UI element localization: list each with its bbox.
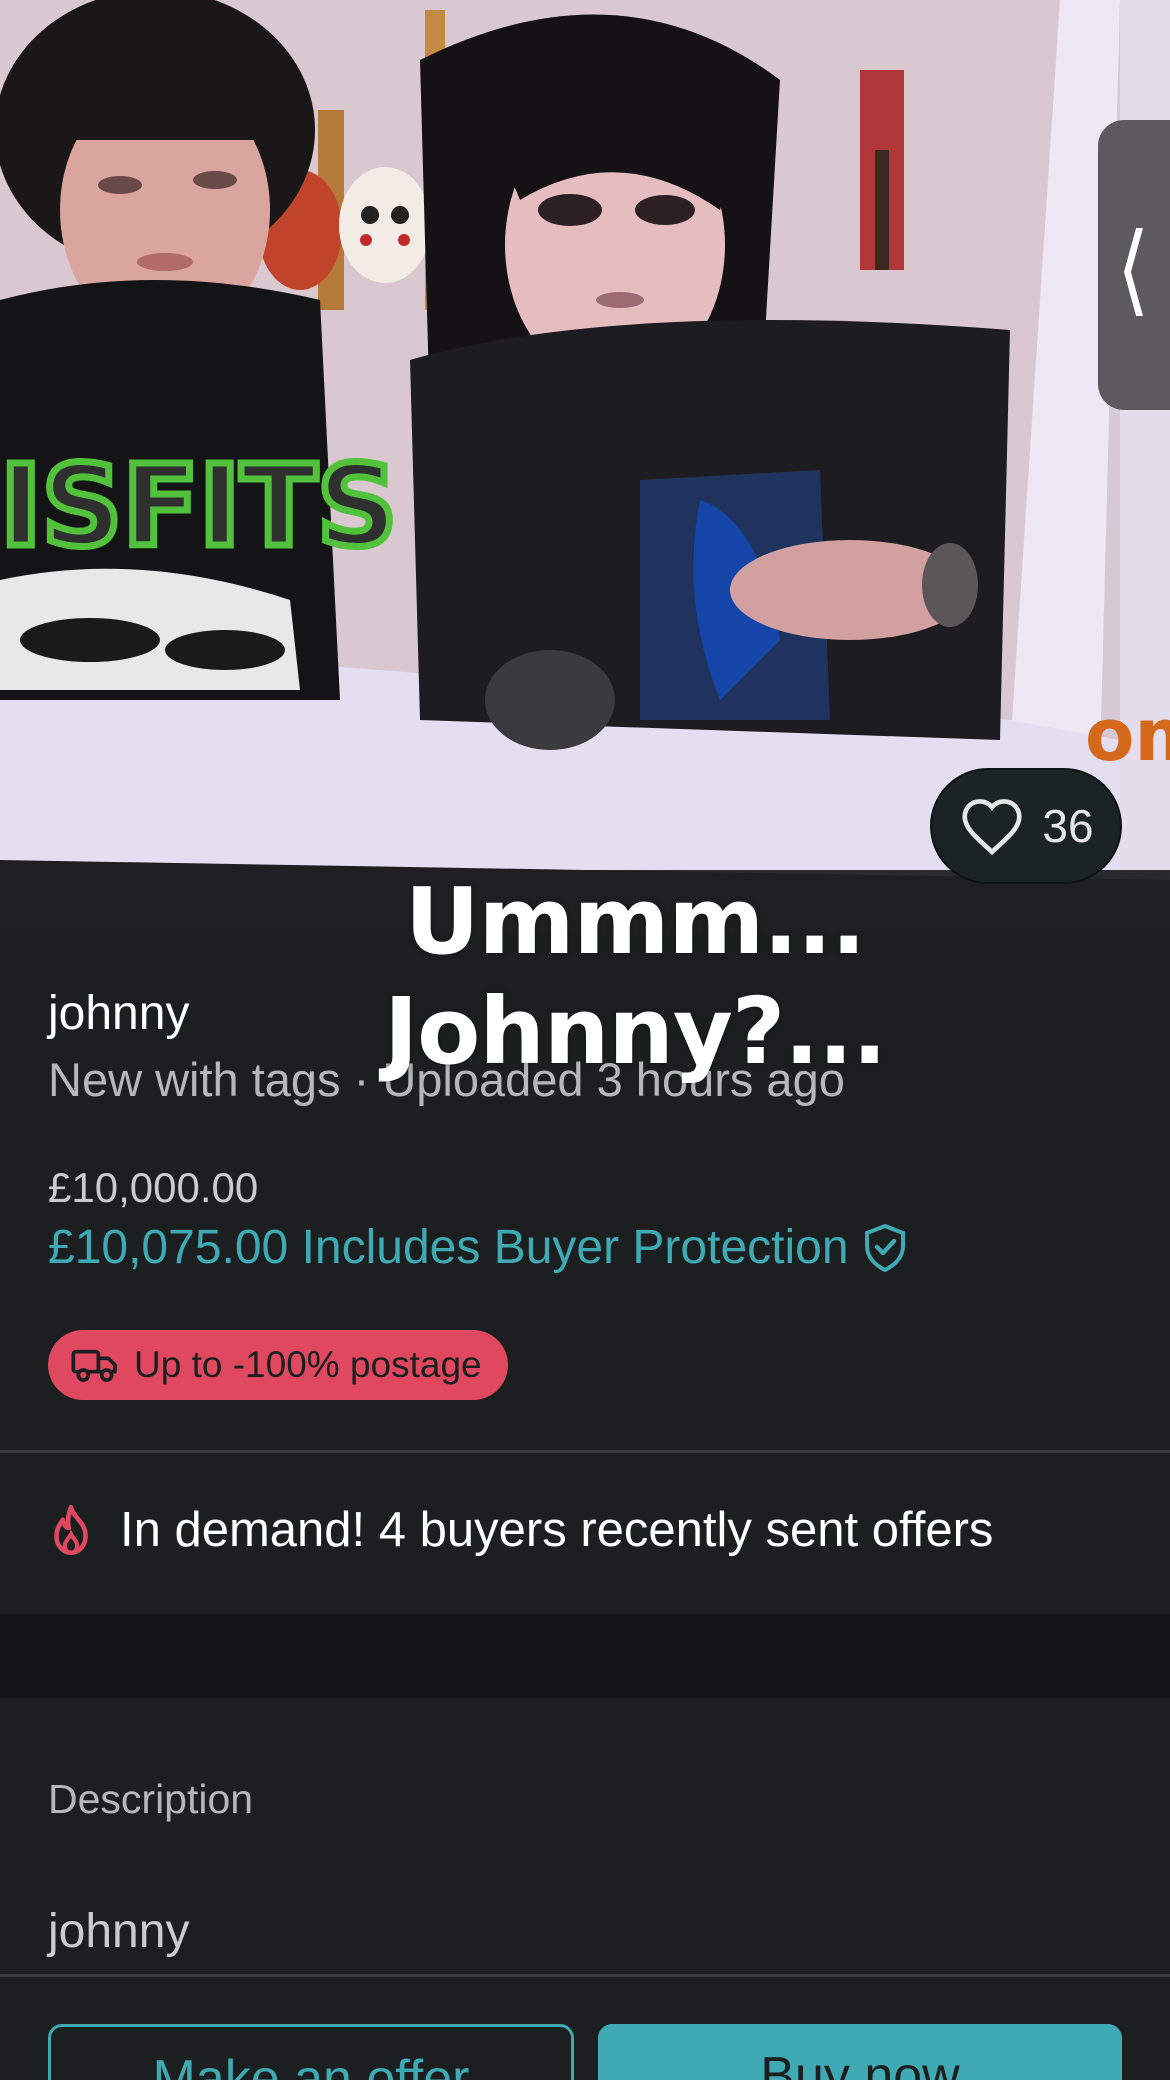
price-with-protection-text: £10,075.00 Includes Buyer Protection bbox=[48, 1221, 849, 1274]
postage-discount-badge: Up to -100% postage bbox=[48, 1330, 508, 1400]
description-heading: Description bbox=[48, 1776, 254, 1822]
item-price: £10,000.00 bbox=[48, 1164, 259, 1211]
shirt-print-text: ISFITS bbox=[0, 442, 398, 572]
price-with-protection[interactable]: £10,075.00 Includes Buyer Protection bbox=[48, 1220, 909, 1275]
flame-icon bbox=[54, 1504, 88, 1556]
corner-text: om bbox=[1085, 693, 1170, 777]
demand-notice: In demand! 4 buyers recently sent offers bbox=[48, 1502, 993, 1558]
truck-icon bbox=[71, 1349, 117, 1382]
section-divider bbox=[0, 1450, 1170, 1453]
favourite-button[interactable]: 36 bbox=[930, 768, 1122, 884]
chevron-left-icon: ❬ bbox=[1113, 213, 1155, 316]
heart-icon bbox=[962, 799, 1022, 856]
favourite-count: 36 bbox=[1042, 800, 1094, 852]
listing-photo[interactable]: ISFITS om ❬ bbox=[0, 0, 1170, 934]
listing-page: ISFITS om ❬ bbox=[0, 0, 1170, 2080]
collapse-panel-handle[interactable]: ❬ bbox=[1098, 120, 1170, 410]
shield-check-icon bbox=[864, 1223, 905, 1272]
buy-now-button[interactable]: Buy now bbox=[598, 2024, 1122, 2080]
overlay-caption-line1: Ummm... bbox=[404, 868, 866, 975]
demand-text: In demand! 4 buyers recently sent offers bbox=[120, 1503, 994, 1557]
postage-badge-text: Up to -100% postage bbox=[134, 1344, 482, 1385]
section-gap bbox=[0, 1614, 1170, 1698]
overlay-caption-line2: Johnny?... bbox=[383, 978, 887, 1085]
make-offer-button[interactable]: Make an offer bbox=[48, 2024, 574, 2080]
description-text: johnny bbox=[48, 1905, 190, 1958]
